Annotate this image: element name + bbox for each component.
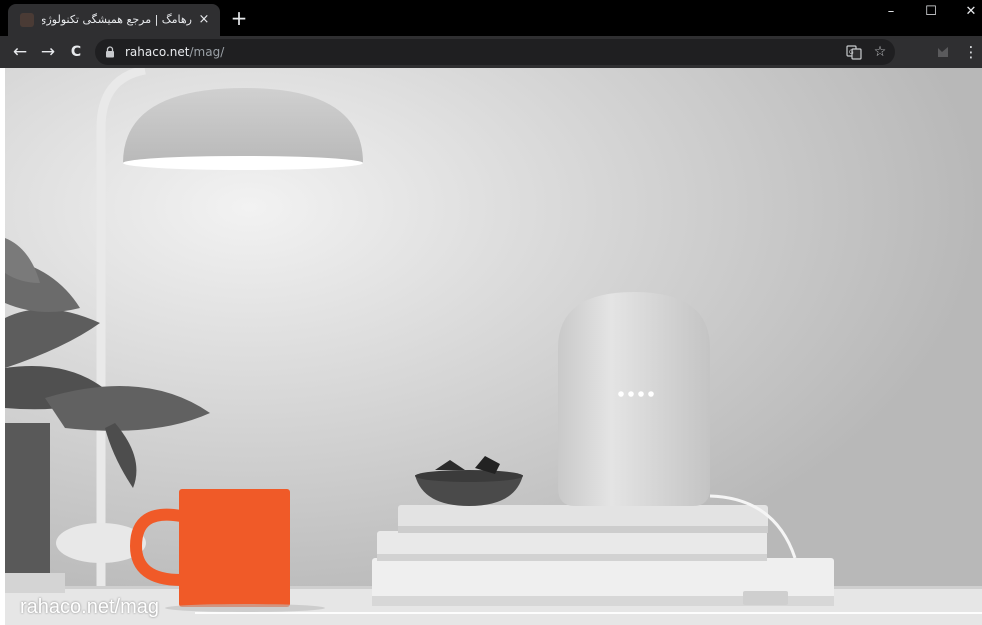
address-bar[interactable]: rahaco.net/mag/ G ☆: [95, 39, 895, 65]
url-path: /mag/: [189, 45, 225, 59]
browser-tab[interactable]: رهامگ | مرجع همیشگی تکنولوژی | ×: [8, 4, 220, 36]
tab-title: رهامگ | مرجع همیشگی تکنولوژی |: [42, 13, 192, 26]
page-content: rahaco.net/mag: [5, 68, 982, 625]
lock-icon: [106, 46, 114, 58]
slider-divider: [195, 612, 982, 614]
minimize-button[interactable]: –: [870, 0, 912, 26]
book-stack: [372, 505, 834, 606]
url-text: rahaco.net/mag/: [125, 44, 224, 60]
bookmark-star-icon[interactable]: ☆: [871, 43, 889, 61]
browser-menu-icon[interactable]: ⋮: [962, 43, 980, 61]
back-button[interactable]: ←: [10, 42, 30, 62]
maximize-button[interactable]: ☐: [910, 0, 952, 26]
new-tab-button[interactable]: +: [229, 8, 249, 28]
svg-text:G: G: [849, 49, 854, 56]
tab-close-icon[interactable]: ×: [196, 12, 212, 28]
hero-image: [5, 68, 982, 625]
reload-button[interactable]: C: [66, 42, 86, 62]
extension-icon[interactable]: [934, 43, 952, 61]
translate-icon[interactable]: G: [845, 43, 863, 61]
tab-strip: رهامگ | مرجع همیشگی تکنولوژی | × + – ☐ ✕: [0, 0, 982, 36]
site-watermark: rahaco.net/mag: [20, 596, 159, 618]
close-window-button[interactable]: ✕: [950, 0, 982, 26]
browser-toolbar: ← → C rahaco.net/mag/ G ☆ ⋮: [0, 36, 982, 68]
forward-button[interactable]: →: [38, 42, 58, 62]
site-favicon-icon: [20, 13, 34, 27]
url-host: rahaco.net: [125, 45, 190, 59]
